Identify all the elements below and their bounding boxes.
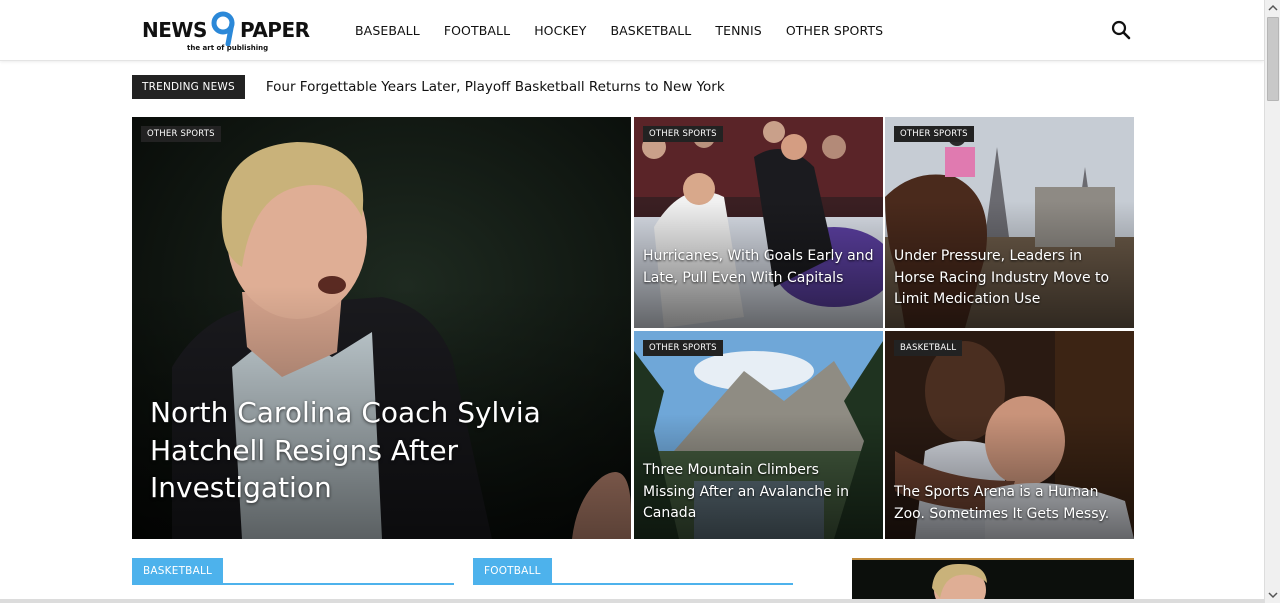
site-logo[interactable]: NEWS PAPER the art of publishing — [142, 11, 312, 54]
category-label[interactable]: OTHER SPORTS — [643, 340, 723, 356]
sidebar-thumbnail-image — [852, 558, 1134, 603]
category-label[interactable]: OTHER SPORTS — [643, 126, 723, 142]
search-icon[interactable] — [1110, 19, 1132, 41]
scroll-up-arrow-icon[interactable] — [1265, 0, 1280, 16]
sidebar-thumbnail[interactable] — [852, 558, 1134, 603]
featured-tile-mountains[interactable]: OTHER SPORTS Three Mountain Climbers Mis… — [634, 331, 883, 539]
logo-tagline: the art of publishing — [187, 44, 269, 52]
category-label[interactable]: OTHER SPORTS — [141, 126, 221, 142]
trending-headline[interactable]: Four Forgettable Years Later, Playoff Ba… — [266, 79, 725, 95]
horizontal-scrollbar-edge — [0, 599, 1264, 603]
category-label[interactable]: BASKETBALL — [894, 340, 963, 356]
featured-main-title[interactable]: North Carolina Coach Sylvia Hatchell Res… — [150, 394, 591, 507]
logo-nine-mark — [211, 11, 235, 46]
featured-main-tile[interactable]: OTHER SPORTS North Carolina Coach Sylvia… — [132, 117, 631, 539]
scroll-down-arrow-icon[interactable] — [1265, 587, 1280, 603]
section-header-football: FOOTBALL — [473, 558, 793, 585]
logo-text-news: NEWS — [142, 18, 207, 42]
nav-hockey[interactable]: HOCKEY — [522, 23, 598, 38]
site-header: NEWS PAPER the art of publishing BASEBAL… — [0, 0, 1264, 61]
featured-tile-basketball[interactable]: BASKETBALL The Sports Arena is a Human Z… — [885, 331, 1134, 539]
basketball-title[interactable]: The Sports Arena is a Human Zoo. Sometim… — [894, 482, 1125, 525]
section-label-basketball[interactable]: BASKETBALL — [132, 558, 224, 585]
mountains-title[interactable]: Three Mountain Climbers Missing After an… — [643, 460, 874, 525]
horse-racing-title[interactable]: Under Pressure, Leaders in Horse Racing … — [894, 246, 1125, 311]
logo-text-paper: PAPER — [240, 18, 310, 42]
scrollbar-thumb[interactable] — [1267, 17, 1279, 101]
section-header-basketball: BASKETBALL — [132, 558, 454, 585]
section-label-football[interactable]: FOOTBALL — [473, 558, 552, 585]
nav-baseball[interactable]: BASEBALL — [343, 23, 432, 38]
category-label[interactable]: OTHER SPORTS — [894, 126, 974, 142]
hockey-title[interactable]: Hurricanes, With Goals Early and Late, P… — [643, 246, 874, 289]
main-nav: BASEBALL FOOTBALL HOCKEY BASKETBALL TENN… — [343, 0, 895, 61]
nav-football[interactable]: FOOTBALL — [432, 23, 522, 38]
page-scrollbar[interactable] — [1264, 0, 1280, 603]
nav-basketball[interactable]: BASKETBALL — [598, 23, 703, 38]
trending-label: TRENDING NEWS — [132, 75, 245, 99]
featured-tile-hockey[interactable]: OTHER SPORTS Hurricanes, With Goals Earl… — [634, 117, 883, 328]
featured-tile-horse-racing[interactable]: OTHER SPORTS Under Pressure, Leaders in … — [885, 117, 1134, 328]
nav-other-sports[interactable]: OTHER SPORTS — [774, 23, 895, 38]
nav-tennis[interactable]: TENNIS — [703, 23, 773, 38]
trending-bar: TRENDING NEWS Four Forgettable Years Lat… — [132, 75, 725, 99]
